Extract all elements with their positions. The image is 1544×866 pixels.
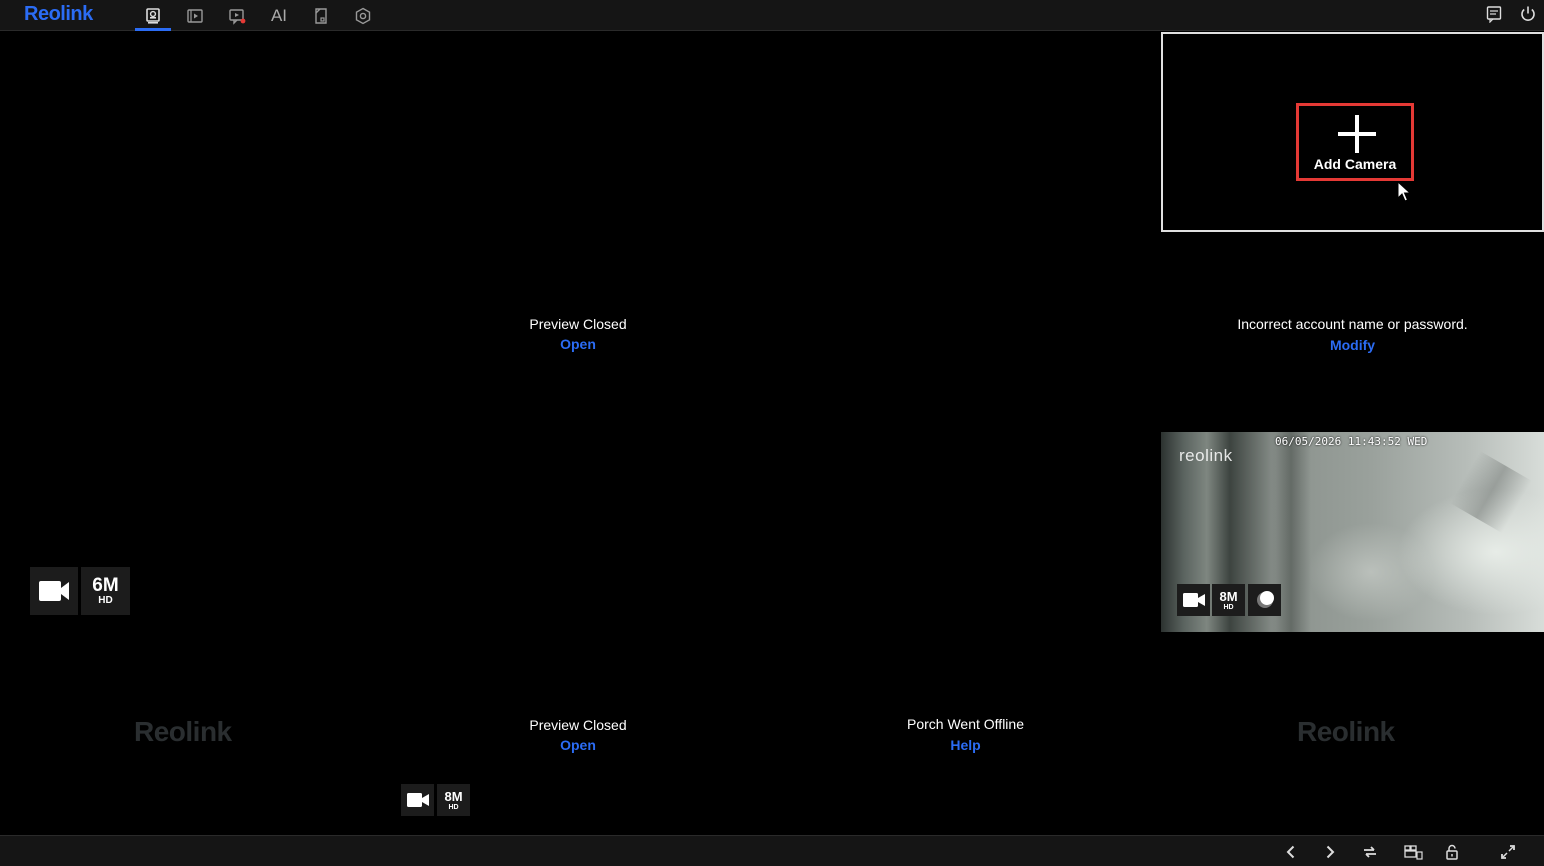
open-preview-link[interactable]: Open	[386, 737, 770, 753]
playback-icon	[187, 8, 203, 23]
video-camera-icon	[406, 793, 429, 807]
hd-text: HD	[1223, 603, 1234, 611]
tab-live-view[interactable]	[135, 0, 171, 31]
lock-icon[interactable]	[1444, 844, 1460, 860]
day-night-badge	[1248, 584, 1281, 616]
tab-ai[interactable]: AI	[261, 0, 297, 31]
resolution-badge: 6M HD	[81, 567, 130, 615]
add-camera-cell: Add Camera	[1161, 32, 1544, 232]
tab-settings[interactable]	[345, 0, 381, 31]
video-camera-icon	[1182, 593, 1205, 607]
reolink-watermark: Reolink	[134, 716, 232, 747]
camera-cell-login-error: Incorrect account name or password. Modi…	[1161, 310, 1544, 360]
help-link[interactable]: Help	[773, 737, 1158, 753]
file-icon	[315, 7, 327, 24]
day-night-mode-icon	[1256, 591, 1274, 608]
ai-label: AI	[270, 5, 288, 25]
bottom-toolbar	[0, 835, 1544, 866]
hd-text: HD	[448, 803, 459, 811]
reolink-logo: Reolink	[24, 3, 93, 25]
open-preview-link[interactable]: Open	[386, 336, 770, 352]
settings-icon	[355, 7, 371, 24]
resolution-badge: 8M HD	[437, 784, 470, 816]
resolution-text: 8M	[444, 788, 463, 804]
camera-cell-offline: Porch Went Offline Help	[773, 710, 1158, 760]
resolution-badge: 8M HD	[1212, 584, 1245, 616]
tab-playback[interactable]	[177, 0, 213, 31]
next-page-icon[interactable]	[1322, 844, 1338, 860]
reolink-watermark: Reolink	[1297, 716, 1395, 747]
hd-text: HD	[98, 595, 113, 606]
offline-text: Porch Went Offline	[907, 716, 1024, 732]
camera-live-feed[interactable]: 06/05/2026 11:43:52 WED reolink 8M HD	[1161, 432, 1544, 632]
recording-badge	[1177, 584, 1210, 616]
camera-cell-preview-closed: Preview Closed Open	[386, 310, 770, 360]
resolution-text: 6M	[92, 575, 119, 596]
alarm-video-icon	[229, 8, 246, 25]
live-view-icon	[146, 7, 160, 24]
video-camera-icon	[39, 581, 69, 601]
resolution-text: 8M	[1219, 588, 1238, 604]
message-icon[interactable]	[1485, 5, 1503, 23]
recording-badge	[30, 567, 78, 615]
osd-timestamp: 06/05/2026 11:43:52 WED	[1275, 435, 1428, 448]
preview-closed-text: Preview Closed	[529, 316, 627, 332]
preview-closed-text: Preview Closed	[529, 717, 627, 733]
osd-watermark-logo: reolink	[1179, 446, 1233, 465]
add-camera-button[interactable]: Add Camera	[1296, 103, 1414, 181]
add-camera-label: Add Camera	[1313, 156, 1397, 172]
tab-file[interactable]	[303, 0, 339, 31]
mouse-cursor-icon	[1397, 181, 1411, 202]
swap-channels-icon[interactable]	[1362, 844, 1378, 860]
recording-badge	[401, 784, 434, 816]
login-error-text: Incorrect account name or password.	[1237, 316, 1468, 332]
tab-alarm-video[interactable]	[219, 0, 255, 31]
power-icon[interactable]	[1519, 5, 1537, 23]
layout-grid-icon[interactable]	[1404, 844, 1423, 860]
camera-cell-preview-closed: Preview Closed Open	[386, 710, 770, 760]
top-navigation-bar: Reolink AI	[0, 0, 1544, 31]
fullscreen-icon[interactable]	[1500, 844, 1516, 860]
previous-page-icon[interactable]	[1283, 844, 1299, 860]
modify-credentials-link[interactable]: Modify	[1161, 337, 1544, 353]
